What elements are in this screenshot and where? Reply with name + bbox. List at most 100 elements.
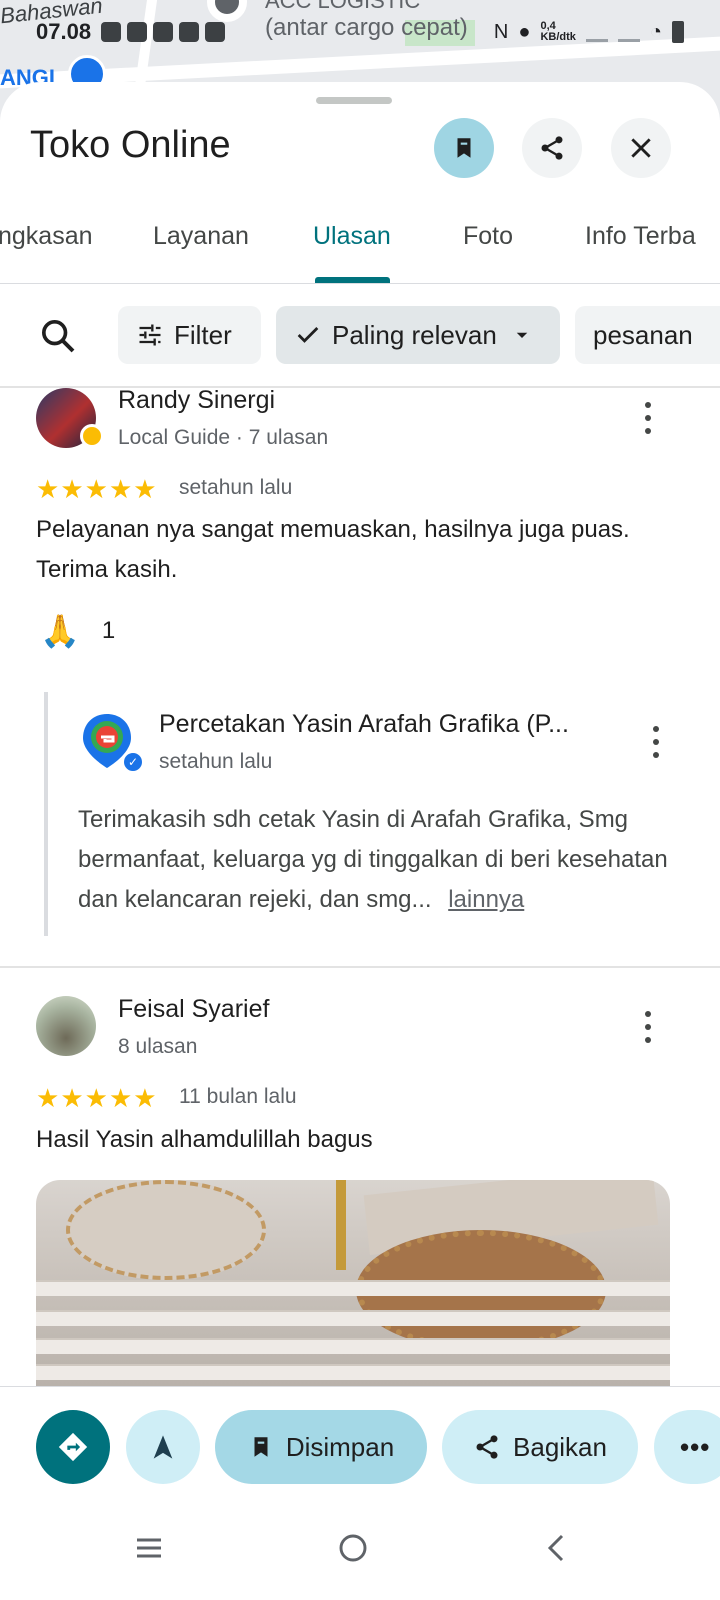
system-icons: N ● 0,4 KB/dtk ◔	[494, 21, 684, 44]
star-icon: ★	[84, 1083, 108, 1113]
drag-handle[interactable]	[316, 97, 392, 104]
reply-indicator	[44, 692, 48, 936]
dropdown-arrow-icon	[516, 332, 528, 338]
share-icon	[541, 136, 563, 160]
reaction-count: 1	[101, 617, 116, 644]
save-button[interactable]	[434, 118, 494, 178]
star-icon: ★	[108, 1083, 133, 1113]
topic-chip[interactable]: pesanan	[575, 306, 720, 364]
close-icon	[631, 138, 651, 158]
tune-icon	[139, 324, 161, 346]
read-more-link[interactable]: lainnya	[448, 886, 524, 913]
review-time: setahun lalu	[179, 476, 293, 499]
wifi-icon: ◔	[649, 20, 662, 43]
search-icon[interactable]	[38, 316, 78, 356]
owner-reply-time: setahun lalu	[159, 750, 273, 773]
battery-icon	[672, 21, 684, 43]
saved-button[interactable]: Disimpan	[215, 1410, 427, 1484]
owner-name: Percetakan Yasin Arafah Grafika (P...	[159, 710, 569, 738]
tab-foto[interactable]: Foto	[463, 222, 513, 251]
network-speed: 0,4 KB/dtk	[540, 20, 576, 43]
active-tab-indicator	[315, 277, 390, 283]
divider	[0, 966, 720, 968]
star-icon: ★	[133, 1083, 157, 1113]
review-photo[interactable]	[36, 1180, 670, 1386]
reaction[interactable]: 🙏 1	[40, 612, 115, 650]
tab-info-terbaru[interactable]: Info Terba	[585, 222, 696, 251]
star-icon: ★	[133, 474, 157, 504]
share-label: Bagikan	[513, 1431, 607, 1462]
review-filters: Filter Paling relevan pesanan	[0, 306, 720, 366]
avatar[interactable]	[36, 996, 96, 1056]
star-icon: ★	[108, 474, 133, 504]
directions-icon	[58, 1432, 88, 1462]
review-text: Pelayanan nya sangat memuaskan, hasilnya…	[36, 516, 630, 583]
star-icon: ★	[84, 474, 108, 504]
tab-ulasan[interactable]: Ulasan	[313, 222, 391, 251]
location-icon: ●	[518, 20, 531, 43]
local-guide-badge-icon	[80, 424, 104, 448]
chatgpt-icon	[179, 22, 200, 42]
verified-badge-icon: ✓	[121, 750, 145, 774]
more-actions-button[interactable]: •••	[654, 1410, 720, 1484]
divider	[0, 386, 720, 388]
reviewer-meta: 8 ulasan	[118, 1035, 198, 1058]
star-rating: ★ ★ ★ ★ ★	[36, 476, 157, 502]
photo-detail	[36, 1280, 670, 1296]
status-time: 07.08	[36, 19, 92, 44]
signal-icon	[585, 22, 608, 42]
status-bar: 07.08 N ● 0,4 KB/dtk ◔	[36, 14, 684, 50]
home-icon[interactable]	[337, 1532, 369, 1564]
review-text: Hasil Yasin alhamdulillah bagus	[36, 1126, 373, 1153]
map-label: ACC LOGISTIC	[265, 0, 421, 13]
reviewer-name[interactable]: Feisal Syarief	[118, 995, 269, 1024]
star-rating: ★ ★ ★ ★ ★	[36, 1085, 157, 1111]
photo-detail	[66, 1180, 266, 1280]
share-button[interactable]: Bagikan	[442, 1410, 638, 1484]
star-icon: ★	[60, 1083, 84, 1113]
owner-reply-text: Terimakasih sdh cetak Yasin di Arafah Gr…	[78, 806, 668, 913]
screenshot-icon	[205, 22, 226, 42]
directions-button[interactable]	[36, 1410, 110, 1484]
nfc-icon: N	[493, 20, 509, 43]
tab-layanan[interactable]: Layanan	[153, 222, 249, 251]
tab-ringkasan[interactable]: ngkasan	[0, 222, 93, 251]
reviewer-name[interactable]: Randy Sinergi	[118, 386, 275, 415]
tab-bar: ngkasan Layanan Ulasan Foto Info Terba	[0, 200, 720, 284]
star-icon: ★	[36, 474, 60, 504]
saved-label: Disimpan	[285, 1431, 395, 1462]
recent-apps-icon[interactable]	[133, 1532, 165, 1564]
photo-detail	[336, 1180, 346, 1270]
bookmark-icon	[254, 1437, 268, 1457]
notification-icons	[101, 22, 226, 42]
navigation-icon	[153, 1435, 173, 1459]
share-button[interactable]	[522, 118, 582, 178]
mail-icon	[127, 22, 148, 42]
more-options-icon[interactable]	[644, 722, 668, 762]
more-horiz-icon: •••	[680, 1431, 711, 1462]
app-icon	[153, 22, 174, 42]
review-time: 11 bulan lalu	[179, 1085, 297, 1108]
back-icon[interactable]	[542, 1532, 574, 1564]
place-title: Toko Online	[30, 124, 231, 166]
facebook-icon	[101, 22, 122, 42]
system-navigation-bar	[0, 1506, 720, 1600]
photo-detail	[36, 1364, 670, 1380]
share-icon	[476, 1435, 498, 1459]
reviewer-meta: Local Guide · 7 ulasan	[118, 426, 329, 449]
check-icon	[297, 327, 319, 343]
pray-emoji-icon: 🙏	[40, 612, 80, 650]
star-icon: ★	[60, 474, 84, 504]
topic-label: pesanan	[593, 319, 693, 350]
star-icon: ★	[36, 1083, 60, 1113]
bookmark-icon	[457, 138, 471, 158]
photo-detail	[36, 1338, 670, 1354]
close-button[interactable]	[611, 118, 671, 178]
photo-detail	[36, 1310, 670, 1326]
sort-chip[interactable]: Paling relevan	[276, 306, 560, 364]
more-options-icon[interactable]	[636, 398, 660, 438]
filter-chip[interactable]: Filter	[118, 306, 261, 364]
more-options-icon[interactable]	[636, 1007, 660, 1047]
navigation-button[interactable]	[126, 1410, 200, 1484]
filter-label: Filter	[174, 319, 232, 350]
